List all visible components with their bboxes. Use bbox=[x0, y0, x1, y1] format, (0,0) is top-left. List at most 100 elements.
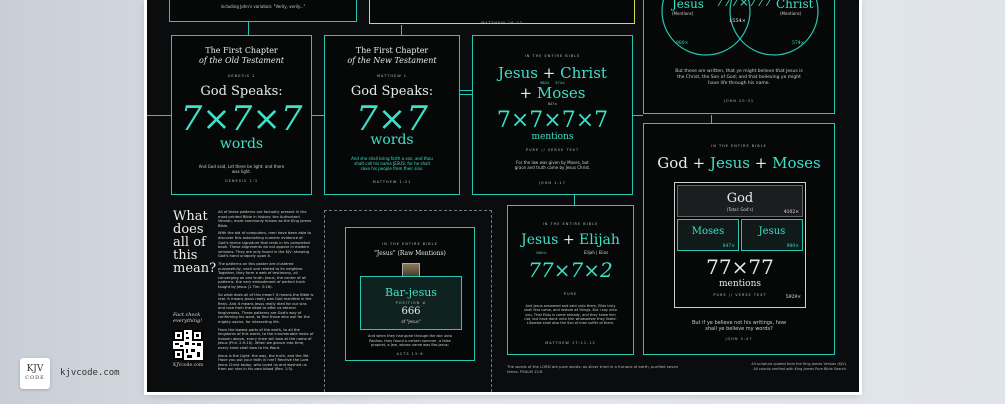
nt-verse-ref: MATTHEW 1:21 bbox=[372, 180, 412, 184]
gjm-plus: + bbox=[692, 154, 706, 172]
je-title-jesus: Jesus bbox=[521, 232, 559, 248]
jcm-count-moses: 847× bbox=[547, 102, 558, 106]
gjm-mentions: mentions bbox=[719, 279, 761, 289]
what-q5: mean? bbox=[173, 261, 217, 276]
old-testament-card: The First Chapter of the Old Testament G… bbox=[171, 35, 312, 195]
footer: KJV CODE kjvcode.com bbox=[20, 358, 150, 392]
venn-verse-ref: JOHN 20:31 bbox=[723, 99, 755, 103]
bar-jesus-area: IN THE ENTIRE BIBLE "Jesus" (Raw Mention… bbox=[324, 210, 492, 392]
bottom-right-note: All scripture quoted from the King James… bbox=[751, 362, 847, 371]
connector bbox=[401, 25, 402, 35]
poster: including John's variation: "Verily, ver… bbox=[147, 0, 859, 392]
jcm-big-number: 7×7×7×7 bbox=[496, 108, 609, 133]
kjv-code-logo[interactable]: KJV CODE bbox=[20, 358, 50, 389]
qr-code[interactable] bbox=[173, 330, 203, 360]
je-verse: And Jesus answered and said unto them, E… bbox=[524, 304, 617, 326]
je-title: Jesus + Elijah bbox=[508, 232, 633, 248]
venn-card: Jesus Christ 777×777 (Mentions) (Mention… bbox=[643, 0, 835, 114]
venn-center: 1554× bbox=[729, 18, 746, 24]
what-paragraph-4: So what does all of this mean? It means … bbox=[218, 292, 314, 325]
connector bbox=[711, 115, 712, 123]
venn-right-label: Christ bbox=[776, 0, 814, 11]
nt-speaks: God Speaks: bbox=[350, 84, 434, 99]
bottom-left-note: The words of the LORD are pure words: as… bbox=[507, 364, 687, 374]
gjm-jesus-label: Jesus bbox=[758, 226, 786, 237]
gjm-verse: But if ye believe not his writings, how … bbox=[691, 320, 787, 332]
top-left-snippet: including John's variation: "Verily, ver… bbox=[220, 4, 306, 9]
gjm-kicker: IN THE ENTIRE BIBLE bbox=[711, 144, 767, 148]
god-jesus-moses-card: IN THE ENTIRE BIBLE God + Jesus + Moses … bbox=[643, 123, 835, 355]
ot-heading-2: of the Old Testament bbox=[199, 56, 284, 65]
what-site[interactable]: KJVcode.com bbox=[173, 363, 203, 368]
je-big-number: 77×7×2 bbox=[528, 258, 613, 282]
bj-kicker: IN THE ENTIRE BIBLE bbox=[382, 242, 438, 246]
gjm-title-god: God bbox=[657, 154, 688, 172]
what-paragraph-6: Jesus is the Light: the way, the truth, … bbox=[218, 353, 310, 372]
je-kicker: IN THE ENTIRE BIBLE bbox=[542, 222, 599, 226]
bar-jesus-card: IN THE ENTIRE BIBLE "Jesus" (Raw Mention… bbox=[345, 227, 475, 361]
je-count-elijah: Elijah | Elias bbox=[584, 250, 609, 255]
je-sub: PURE bbox=[563, 292, 578, 296]
logo-top: KJV bbox=[26, 363, 44, 374]
je-verse-ref: MATTHEW 17:11-12 bbox=[545, 341, 596, 345]
top-left-card: including John's variation: "Verily, ver… bbox=[169, 0, 357, 22]
ot-big-number: 7×7×7 bbox=[180, 99, 303, 139]
nt-heading-2: of the New Testament bbox=[347, 56, 437, 65]
logo-bottom: CODE bbox=[25, 374, 45, 381]
connector bbox=[312, 115, 324, 116]
jesus-elijah-card: IN THE ENTIRE BIBLE Jesus + Elijah 980× … bbox=[507, 205, 634, 355]
jcm-title-2: + Moses bbox=[473, 84, 632, 102]
gjm-god-label: God bbox=[726, 191, 754, 206]
venn-left-count: 980× bbox=[676, 41, 689, 46]
jcm-title-christ: Christ bbox=[560, 64, 607, 82]
gjm-jesus-box: Jesus 980× bbox=[741, 219, 803, 251]
je-count-jesus: 980× bbox=[536, 250, 547, 255]
connector bbox=[574, 195, 575, 205]
jcm-kicker: IN THE ENTIRE BIBLE bbox=[524, 54, 581, 58]
bj-verse-ref: ACTS 13:6 bbox=[396, 352, 424, 356]
jcm-title: Jesus + Christ bbox=[473, 64, 632, 82]
qr-code-icon bbox=[173, 330, 203, 360]
new-testament-card: The First Chapter of the New Testament M… bbox=[324, 35, 460, 195]
gjm-title-jesus: Jesus bbox=[710, 154, 750, 172]
connector bbox=[633, 115, 643, 116]
bj-position: POSITION # bbox=[395, 301, 427, 305]
nt-heading-1: The First Chapter bbox=[355, 46, 429, 55]
bj-inner: Bar-jesus POSITION # 666 of "Jesus" bbox=[360, 276, 462, 330]
what-paragraph-5: From the lowest parts of the earth, to a… bbox=[218, 327, 314, 351]
gjm-box: God (Total: God's) 4102× Moses 847× Jesu… bbox=[674, 182, 806, 308]
jesus-christ-moses-card: IN THE ENTIRE BIBLE Jesus + Christ 980× … bbox=[472, 35, 633, 195]
jcm-mentions: mentions bbox=[531, 132, 574, 142]
jcm-verse: For the law was given by Moses, but grac… bbox=[514, 160, 591, 170]
gjm-big-number: 77×77 bbox=[706, 255, 774, 279]
nt-words: words bbox=[370, 132, 414, 148]
ot-ref: GENESIS 1 bbox=[227, 74, 256, 78]
venn-mid: 777×777 bbox=[716, 0, 772, 9]
jcm-verse-ref: JOHN 1:17 bbox=[538, 181, 566, 185]
gjm-god-count: 4102× bbox=[783, 210, 799, 215]
venn-left-label: Jesus bbox=[672, 0, 704, 11]
gjm-title: God + Jesus + Moses bbox=[644, 154, 834, 172]
bj-of: of "Jesus" bbox=[401, 319, 421, 324]
fact-check: Fact check everything! bbox=[173, 312, 203, 324]
what-paragraph-1: All of these patterns are factually pres… bbox=[218, 210, 312, 228]
nt-ref: MATTHEW 1 bbox=[377, 74, 407, 78]
top-mid-card: MATTHEW 16:22 bbox=[369, 0, 635, 25]
gjm-moses-label: Moses bbox=[691, 226, 725, 237]
bj-verse: And when they had gone through the isle … bbox=[368, 334, 452, 347]
top-mid-ref: MATTHEW 16:22 bbox=[481, 21, 523, 25]
gjm-jesus-count: 980× bbox=[786, 244, 799, 249]
what-paragraph-2: With the aid of computers, men have been… bbox=[218, 231, 312, 259]
je-title-elijah: Elijah bbox=[579, 232, 620, 248]
bottom-left-ref: PSALM 12:6 bbox=[519, 369, 543, 374]
gjm-title-moses: Moses bbox=[772, 154, 821, 172]
bj-title: "Jesus" (Raw Mentions) bbox=[374, 250, 446, 257]
jcm-plus-2: + bbox=[519, 84, 533, 102]
gjm-total: 5929× bbox=[785, 295, 801, 300]
venn-right-count: 574× bbox=[792, 41, 805, 46]
footer-site-link[interactable]: kjvcode.com bbox=[60, 368, 120, 378]
connector bbox=[460, 90, 472, 91]
jcm-sub: PURE // VERSE TEXT bbox=[525, 148, 580, 152]
jcm-title-jesus: Jesus bbox=[498, 64, 538, 82]
je-plus: + bbox=[562, 232, 575, 248]
